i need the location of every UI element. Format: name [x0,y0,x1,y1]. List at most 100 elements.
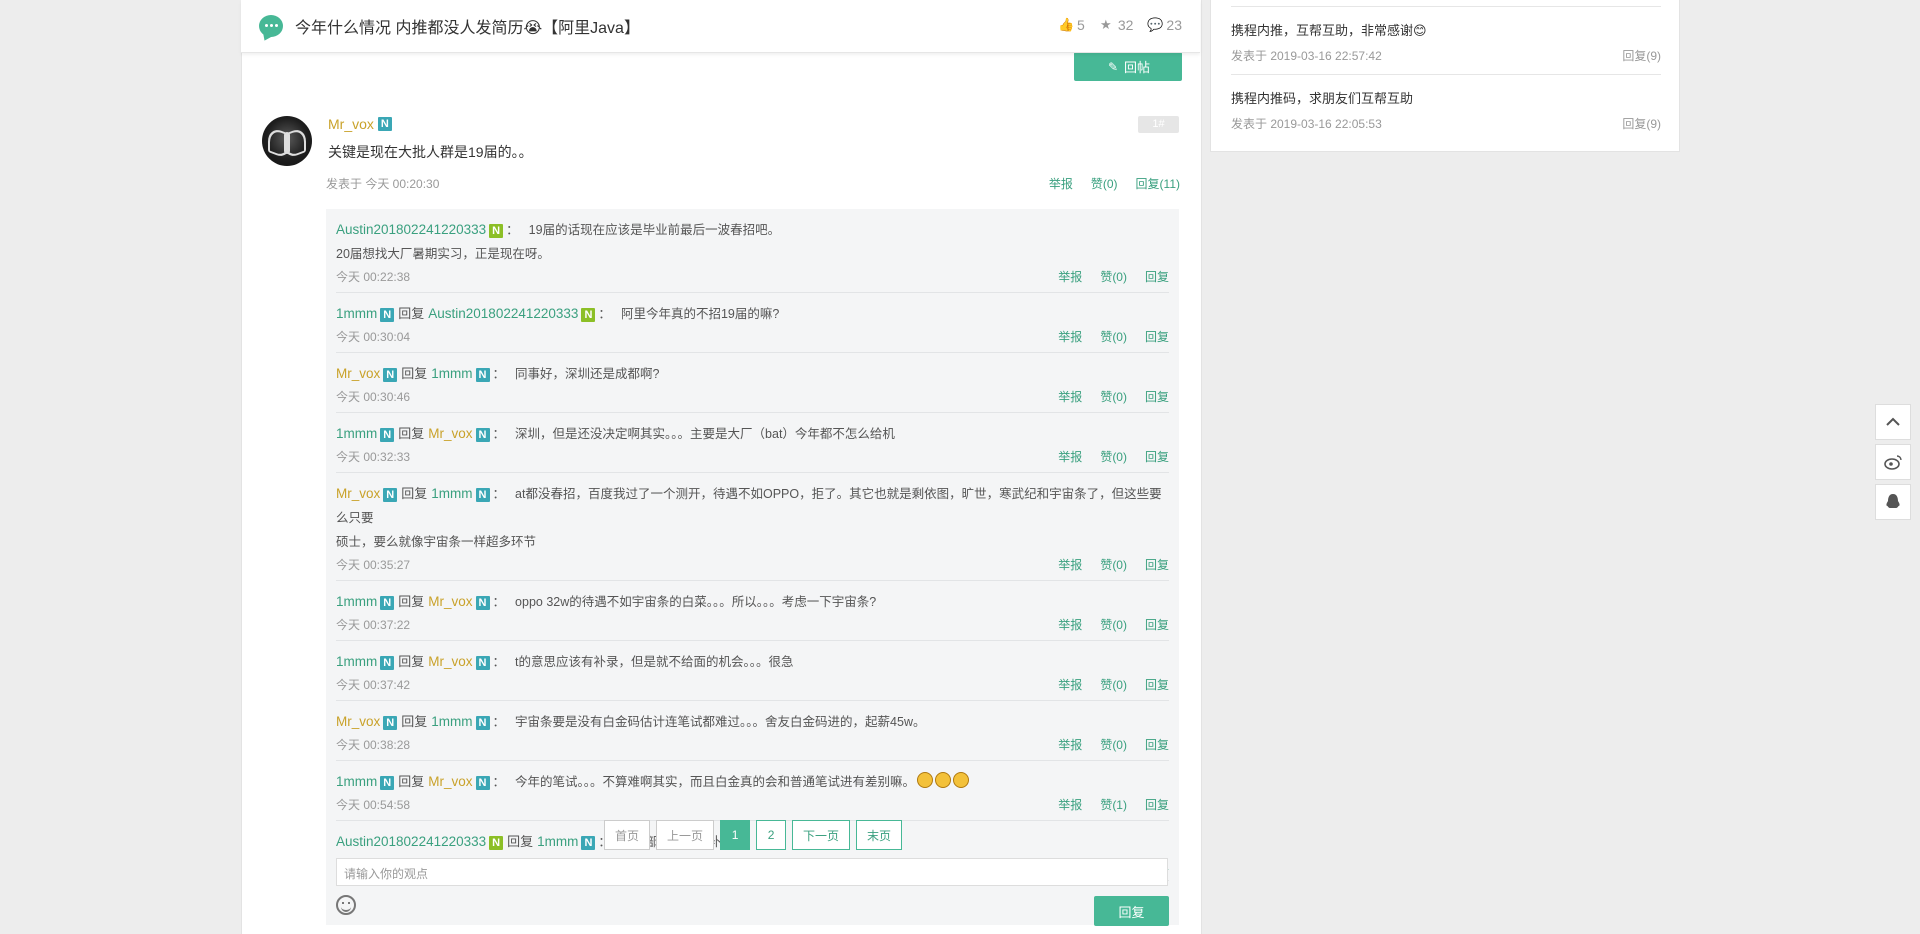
prev-page-button[interactable]: 上一页 [656,820,715,850]
chevron-up-icon[interactable] [1875,404,1911,440]
reply-link[interactable]: 回复 [1145,268,1169,285]
reply-text: 今年的笔试。。。不算难啊其实，而且白金真的会和普通笔试进有差别嘛。 [515,775,916,789]
reply-meta: 今天 00:37:42 举报 赞(0) 回复 [336,676,1169,692]
floor-username[interactable]: Mr_vox [328,116,374,132]
pencil-icon: ✎ [1107,59,1119,74]
member-badge: N [380,308,395,322]
reply-post-button[interactable]: ✎ 回帖 [1074,52,1182,81]
report-link[interactable]: 举报 [1058,448,1082,465]
reply-target-username[interactable]: Austin201802241220333 [428,306,578,321]
reply-meta: 今天 00:22:38 举报 赞(0) 回复 [336,268,1169,284]
reply-meta: 今天 00:38:28 举报 赞(0) 回复 [336,736,1169,752]
report-link[interactable]: 举报 [1058,676,1082,693]
reply-username[interactable]: 1mmm [336,594,377,609]
floor-number: 1# [1138,116,1179,133]
like-link[interactable]: 赞(0) [1100,328,1127,345]
reply-line: 1mmm N 回复 Mr_vox N：深圳，但是还没决定啊其实。。。主要是大厂（bat）… [336,426,895,442]
first-page-button[interactable]: 首页 [604,820,651,850]
report-link[interactable]: 举报 [1058,268,1082,285]
like-link[interactable]: 赞(0) [1091,175,1118,192]
reply-text: 宇宙条要是没有白金码估计连笔试都难过。。。舍友白金码进的，起薪45w。 [515,715,926,729]
related-post[interactable]: 携程内推，互帮互助，非常感谢😊 发表于 2019-03-16 22:57:42 回… [1231,20,1661,64]
reply-item: 1mmm N 回复 Austin201802241220333 N：阿里今年真的不招19… [336,293,1169,353]
emoji-icon[interactable] [336,895,356,915]
report-link[interactable]: 举报 [1058,328,1082,345]
like-link[interactable]: 赞(0) [1100,676,1127,693]
member-badge: N [380,596,395,610]
report-link[interactable]: 举报 [1058,616,1082,633]
member-badge: N [581,308,596,322]
page-2-button[interactable]: 2 [756,820,787,850]
star-count: 32 [1117,17,1134,33]
divider [1231,74,1661,75]
reply-username[interactable]: Mr_vox [336,486,380,501]
reply-line: Mr_vox N 回复 1mmm N：宇宙条要是没有白金码估计连笔试都难过。。。舍友白金… [336,714,926,730]
weibo-icon[interactable] [1875,444,1911,480]
reply-to-word: 回复 [401,714,428,729]
reply-line: Mr_vox N 回复 1mmm N： at都没春招，百度我过了一个测开，待遇不如OPPO… [336,486,1162,525]
reply-link[interactable]: 回复 [1145,736,1169,753]
reply-link[interactable]: 回复 [1145,448,1169,465]
reply-link[interactable]: 回复 [1145,556,1169,573]
star-stat[interactable]: ★ 32 [1099,17,1134,33]
report-link[interactable]: 举报 [1058,736,1082,753]
reply-target-username[interactable]: Mr_vox [428,774,472,789]
member-badge: N [380,776,395,790]
next-page-button[interactable]: 下一页 [792,820,851,850]
comment-stat[interactable]: 💬 23 [1147,17,1182,33]
reply-username[interactable]: 1mmm [336,306,377,321]
reply-target-username[interactable]: 1mmm [431,486,472,501]
reply-target-username[interactable]: Mr_vox [428,426,472,441]
reply-link[interactable]: 回复(11) [1136,175,1180,192]
last-page-button[interactable]: 末页 [856,820,903,850]
page-1-button[interactable]: 1 [720,820,751,850]
like-link[interactable]: 赞(0) [1100,556,1127,573]
reply-link[interactable]: 回复 [1145,616,1169,633]
related-post-title[interactable]: 携程内推，互帮互助，非常感谢😊 [1231,20,1661,39]
like-link[interactable]: 赞(0) [1100,388,1127,405]
reply-link[interactable]: 回复 [1145,388,1169,405]
reply-line: 1mmm N 回复 Mr_vox N： oppo 32w的待遇不如宇宙条的白菜。。。所以。… [336,594,877,610]
reply-link[interactable]: 回复 [1145,676,1169,693]
reply-item: 1mmm N 回复 Mr_vox N：今年的笔试。。。不算难啊其实，而且白金真的会和普通… [336,761,1169,821]
reply-username[interactable]: 1mmm [336,426,377,441]
related-post[interactable]: 携程内推码，求朋友们互帮互助 发表于 2019-03-16 22:05:53 回复… [1231,88,1661,132]
member-badge: N [475,488,490,502]
comment-input[interactable]: 请输入你的观点 [336,858,1168,886]
reply-time: 今天 00:35:27 [336,558,411,572]
reply-text: 深圳，但是还没决定啊其实。。。主要是大厂（bat）今年都不怎么给机 [515,427,895,441]
qq-icon[interactable] [1875,484,1911,520]
report-link[interactable]: 举报 [1058,556,1082,573]
like-link[interactable]: 赞(0) [1100,268,1127,285]
like-stat[interactable]: 👍 5 [1058,17,1085,33]
reply-item: Mr_vox N 回复 1mmm N：宇宙条要是没有白金码估计连笔试都难过。。。舍友白金… [336,701,1169,761]
reply-to-word: 回复 [401,486,428,501]
related-post-title[interactable]: 携程内推码，求朋友们互帮互助 [1231,88,1661,107]
related-posts-panel: 携程内推，互帮互助，非常感谢😊 发表于 2019-03-16 22:57:42 回… [1210,0,1680,152]
report-link[interactable]: 举报 [1058,388,1082,405]
reply-username[interactable]: Mr_vox [336,366,380,381]
reply-target-username[interactable]: 1mmm [431,714,472,729]
avatar[interactable] [262,116,312,166]
floor-posted-time: 发表于 今天 00:20:30 [326,177,440,191]
submit-reply-button[interactable]: 回复 [1094,896,1169,926]
reply-target-username[interactable]: Mr_vox [428,594,472,609]
reply-username[interactable]: 1mmm [336,654,377,669]
report-link[interactable]: 举报 [1049,175,1073,192]
reply-target-username[interactable]: 1mmm [431,366,472,381]
reply-target-username[interactable]: Mr_vox [428,654,472,669]
reply-username[interactable]: Austin201802241220333 [336,222,486,237]
like-link[interactable]: 赞(1) [1100,796,1127,813]
reply-username[interactable]: Mr_vox [336,714,380,729]
like-link[interactable]: 赞(0) [1100,448,1127,465]
reply-link[interactable]: 回复 [1145,328,1169,345]
reply-time: 今天 00:22:38 [336,270,411,284]
reply-link[interactable]: 回复 [1145,796,1169,813]
reply-target-username[interactable]: 1mmm [537,834,578,849]
like-link[interactable]: 赞(0) [1100,736,1127,753]
report-link[interactable]: 举报 [1058,796,1082,813]
reply-username[interactable]: Austin201802241220333 [336,834,486,849]
reply-username[interactable]: 1mmm [336,774,377,789]
floating-toolbar [1875,404,1911,524]
like-link[interactable]: 赞(0) [1100,616,1127,633]
